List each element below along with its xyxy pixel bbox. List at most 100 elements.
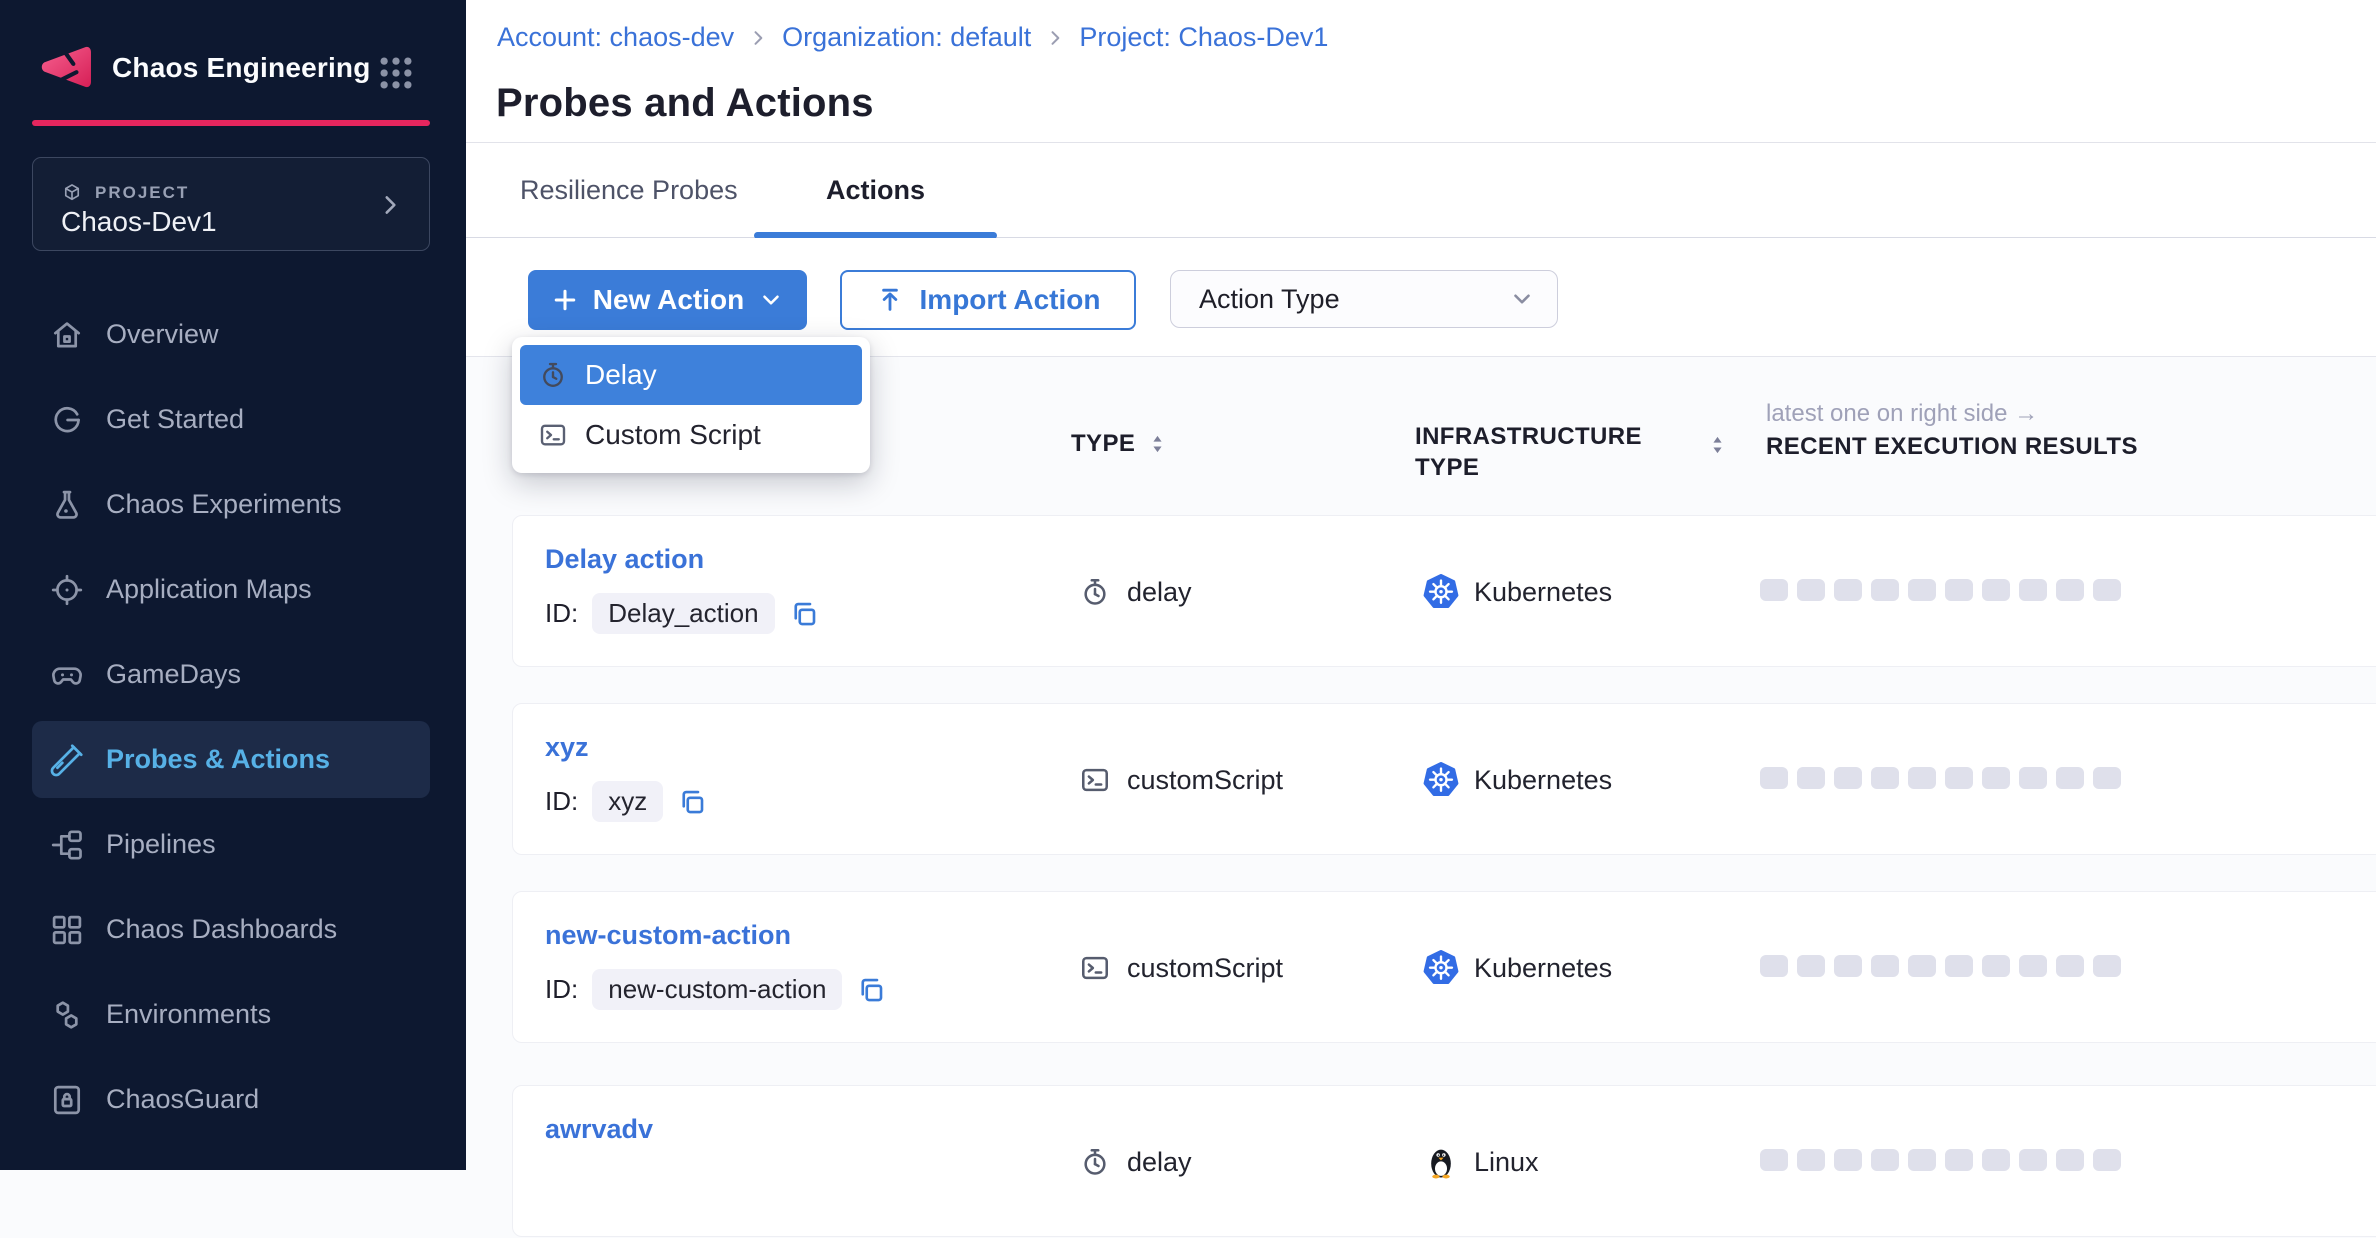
brand-accent-divider xyxy=(32,120,430,126)
execution-result-placeholder xyxy=(1760,955,1788,977)
type-cell: customScript xyxy=(1079,892,1283,1044)
new-action-dropdown-menu: Delay Custom Script xyxy=(512,337,870,473)
sidebar-item-overview[interactable]: Overview xyxy=(32,296,430,373)
execution-result-placeholder xyxy=(1760,767,1788,789)
sidebar-item-probes-and-actions[interactable]: Probes & Actions xyxy=(32,721,430,798)
chaos-engineering-logo-icon xyxy=(34,38,92,96)
page-header: Account: chaos-dev Organization: default… xyxy=(466,0,2376,143)
sidebar-item-label: Get Started xyxy=(106,404,244,435)
sidebar-item-chaos-dashboards[interactable]: Chaos Dashboards xyxy=(32,891,430,968)
action-id-value: new-custom-action xyxy=(592,969,842,1010)
sidebar-item-label: Pipelines xyxy=(106,829,216,860)
action-name-link[interactable]: Delay action xyxy=(545,544,704,575)
brand-title: Chaos Engineering xyxy=(112,52,371,84)
breadcrumb-account-link[interactable]: Account: chaos-dev xyxy=(497,22,734,53)
dashboard-icon xyxy=(49,912,85,948)
results-order-hint: latest one on right side → xyxy=(1766,400,2038,428)
stopwatch-icon xyxy=(538,360,568,390)
action-name-link[interactable]: xyz xyxy=(545,732,589,763)
execution-result-placeholder xyxy=(1945,955,1973,977)
column-header-type[interactable]: TYPE xyxy=(1071,430,1164,458)
execution-result-placeholder xyxy=(2019,767,2047,789)
new-action-button[interactable]: New Action xyxy=(528,270,807,330)
execution-result-placeholder xyxy=(1797,955,1825,977)
kubernetes-icon xyxy=(1422,573,1460,611)
type-cell: delay xyxy=(1079,1086,1192,1238)
get-started-icon xyxy=(49,402,85,438)
execution-result-placeholder xyxy=(1982,579,2010,601)
terminal-icon xyxy=(1079,764,1111,796)
shield-lock-icon xyxy=(49,1082,85,1118)
execution-result-placeholder xyxy=(1834,767,1862,789)
execution-result-placeholder xyxy=(1908,767,1936,789)
project-label: PROJECT xyxy=(95,183,189,203)
execution-result-placeholder xyxy=(2093,579,2121,601)
sidebar-item-application-maps[interactable]: Application Maps xyxy=(32,551,430,628)
id-label: ID: xyxy=(545,598,578,629)
infrastructure-cell: Kubernetes xyxy=(1422,892,1612,1044)
column-header-infrastructure-type[interactable]: INFRASTRUCTURE TYPE xyxy=(1415,421,1645,483)
plus-icon xyxy=(551,286,579,314)
chevron-down-icon xyxy=(1509,286,1535,312)
copy-icon[interactable] xyxy=(789,599,819,629)
id-label: ID: xyxy=(545,974,578,1005)
action-type-filter-select[interactable]: Action Type xyxy=(1170,270,1558,328)
execution-result-placeholder xyxy=(1982,955,2010,977)
sidebar-item-pipelines[interactable]: Pipelines xyxy=(32,806,430,883)
import-action-button[interactable]: Import Action xyxy=(840,270,1136,330)
tab-resilience-probes[interactable]: Resilience Probes xyxy=(520,143,738,238)
action-name-link[interactable]: awrvadv xyxy=(545,1114,653,1145)
action-name-link[interactable]: new-custom-action xyxy=(545,920,791,951)
project-name: Chaos-Dev1 xyxy=(61,206,217,238)
sidebar-item-gamedays[interactable]: GameDays xyxy=(32,636,430,713)
kubernetes-icon xyxy=(1422,949,1460,987)
chevron-down-icon xyxy=(758,287,784,313)
action-row-awrvadv: awrvadv delay Linux xyxy=(512,1085,2376,1237)
module-switcher-grid-icon[interactable] xyxy=(377,54,417,94)
breadcrumb-organization-link[interactable]: Organization: default xyxy=(782,22,1031,53)
execution-result-placeholder xyxy=(2019,579,2047,601)
action-row-delay-action: Delay action ID: Delay_action delay Kube… xyxy=(512,515,2376,667)
recent-execution-placeholders xyxy=(1760,579,2121,601)
execution-result-placeholder xyxy=(2093,767,2121,789)
copy-icon[interactable] xyxy=(677,787,707,817)
execution-result-placeholder xyxy=(2056,955,2084,977)
flask-icon xyxy=(49,487,85,523)
infrastructure-cell: Kubernetes xyxy=(1422,516,1612,668)
id-label: ID: xyxy=(545,786,578,817)
action-row-xyz: xyz ID: xyz customScript Kubernetes xyxy=(512,703,2376,855)
execution-result-placeholder xyxy=(2056,1149,2084,1171)
infrastructure-cell: Kubernetes xyxy=(1422,704,1612,856)
execution-result-placeholder xyxy=(1797,767,1825,789)
execution-result-placeholder xyxy=(1871,767,1899,789)
sort-icon[interactable] xyxy=(1151,435,1164,453)
execution-result-placeholder xyxy=(2019,955,2047,977)
sidebar-item-label: ChaosGuard xyxy=(106,1084,259,1115)
sidebar-item-chaos-experiments[interactable]: Chaos Experiments xyxy=(32,466,430,543)
sidebar-item-environments[interactable]: Environments xyxy=(32,976,430,1053)
breadcrumb-project-link[interactable]: Project: Chaos-Dev1 xyxy=(1079,22,1328,53)
column-header-recent-execution-results: RECENT EXECUTION RESULTS xyxy=(1766,433,2138,461)
home-icon xyxy=(49,317,85,353)
chevron-right-icon xyxy=(377,192,403,218)
execution-result-placeholder xyxy=(2093,955,2121,977)
project-selector[interactable]: PROJECT Chaos-Dev1 xyxy=(32,157,430,251)
execution-result-placeholder xyxy=(2056,767,2084,789)
sidebar-item-label: Chaos Dashboards xyxy=(106,914,337,945)
tab-actions[interactable]: Actions xyxy=(754,143,997,238)
menu-item-custom-script[interactable]: Custom Script xyxy=(520,405,862,465)
sort-icon[interactable] xyxy=(1711,436,1724,454)
pipeline-icon xyxy=(49,827,85,863)
terminal-icon xyxy=(538,420,568,450)
execution-result-placeholder xyxy=(1871,579,1899,601)
sidebar-item-label: Probes & Actions xyxy=(106,744,330,775)
action-type-filter-value: Action Type xyxy=(1199,284,1340,315)
recent-execution-placeholders xyxy=(1760,1149,2121,1171)
sidebar-item-get-started[interactable]: Get Started xyxy=(32,381,430,458)
tab-bar: Resilience Probes Actions xyxy=(466,143,2376,238)
menu-item-delay[interactable]: Delay xyxy=(520,345,862,405)
copy-icon[interactable] xyxy=(856,975,886,1005)
sidebar-item-chaosguard[interactable]: ChaosGuard xyxy=(32,1061,430,1138)
breadcrumb: Account: chaos-dev Organization: default… xyxy=(497,22,1328,53)
execution-result-placeholder xyxy=(1945,767,1973,789)
